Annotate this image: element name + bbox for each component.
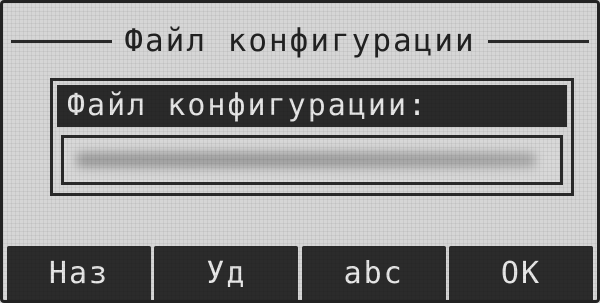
back-softkey[interactable]: Наз	[7, 246, 151, 300]
config-file-field: Файл конфигурации:	[50, 78, 574, 196]
obscured-value	[76, 149, 536, 171]
screen-title: Файл конфигурации	[124, 23, 476, 59]
title-divider-left	[11, 39, 113, 43]
title-divider-right	[487, 39, 589, 43]
softkey-bar: Наз Уд abc OK	[3, 246, 597, 300]
delete-softkey[interactable]: Уд	[154, 246, 299, 300]
config-file-input[interactable]	[61, 135, 563, 185]
config-file-label: Файл конфигурации:	[57, 85, 567, 127]
input-mode-softkey[interactable]: abc	[301, 246, 446, 300]
screen-header: Файл конфигурации	[11, 21, 589, 61]
ok-softkey[interactable]: OK	[448, 246, 593, 300]
lcd-screen: Файл конфигурации Файл конфигурации: Наз…	[0, 0, 600, 303]
